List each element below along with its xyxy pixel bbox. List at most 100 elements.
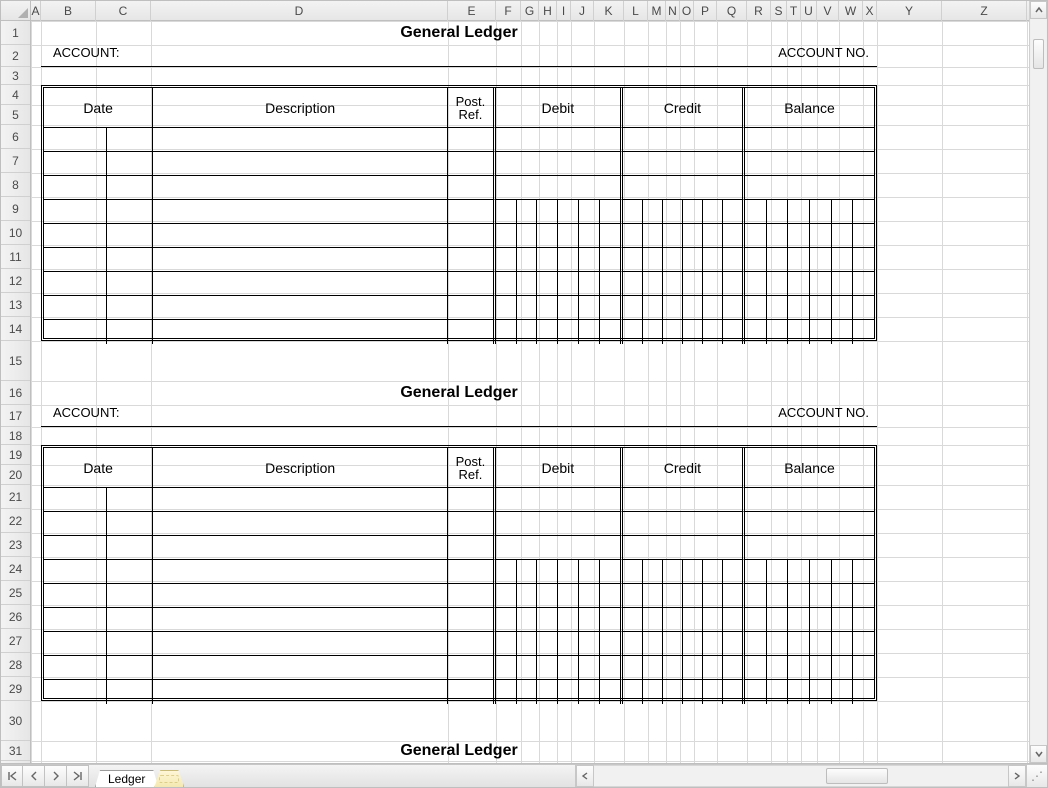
- row-header-11[interactable]: 11: [1, 245, 30, 269]
- row-header-27[interactable]: 27: [1, 629, 30, 653]
- scroll-down-button[interactable]: [1030, 745, 1047, 763]
- tab-last-button[interactable]: [67, 765, 89, 787]
- horizontal-scrollbar[interactable]: ⋰: [575, 765, 1047, 787]
- cell-balance: [745, 320, 874, 344]
- tab-next-button[interactable]: [45, 765, 67, 787]
- column-header-I[interactable]: I: [557, 1, 571, 21]
- sheet-tab-bar: Ledger ⋰: [1, 764, 1047, 787]
- column-header-U[interactable]: U: [801, 1, 817, 21]
- cell-balance: [745, 296, 874, 320]
- row-header-3[interactable]: 3: [1, 67, 30, 85]
- vertical-scroll-track[interactable]: [1031, 19, 1046, 745]
- row-header-15[interactable]: 15: [1, 341, 30, 381]
- cell-postref: [448, 224, 496, 248]
- column-header-Q[interactable]: Q: [717, 1, 747, 21]
- row-header-25[interactable]: 25: [1, 581, 30, 605]
- row-header-29[interactable]: 29: [1, 677, 30, 701]
- horizontal-scroll-track[interactable]: [594, 765, 1008, 787]
- sheet-tab-ledger[interactable]: Ledger: [95, 770, 158, 787]
- resize-grip[interactable]: ⋰: [1026, 765, 1047, 787]
- cell-date: [44, 560, 153, 584]
- vertical-scroll-thumb[interactable]: [1033, 39, 1044, 69]
- column-header-D[interactable]: D: [151, 1, 448, 21]
- row-header-12[interactable]: 12: [1, 269, 30, 293]
- column-header-L[interactable]: L: [624, 1, 648, 21]
- row-header-31[interactable]: 31: [1, 741, 30, 761]
- scroll-right-button[interactable]: [1008, 765, 1026, 787]
- col-debit-header: Debit: [496, 448, 623, 488]
- row-header-26[interactable]: 26: [1, 605, 30, 629]
- row-header-18[interactable]: 18: [1, 427, 30, 445]
- cell-date: [44, 272, 153, 296]
- column-headers[interactable]: ABCDEFGHIJKLMNOPQRSTUVWXYZ: [31, 1, 1029, 21]
- column-header-N[interactable]: N: [666, 1, 680, 21]
- row-header-2[interactable]: 2: [1, 45, 30, 67]
- row-header-17[interactable]: 17: [1, 405, 30, 427]
- column-header-F[interactable]: F: [496, 1, 521, 21]
- cell-debit: [496, 152, 623, 176]
- row-header-13[interactable]: 13: [1, 293, 30, 317]
- vertical-scrollbar[interactable]: [1029, 1, 1047, 763]
- cell-description: [153, 680, 448, 704]
- scroll-left-button[interactable]: [576, 765, 594, 787]
- row-header-22[interactable]: 22: [1, 509, 30, 533]
- column-header-Z[interactable]: Z: [942, 1, 1027, 21]
- row-header-6[interactable]: 6: [1, 125, 30, 149]
- tab-first-button[interactable]: [1, 765, 23, 787]
- column-header-X[interactable]: X: [863, 1, 877, 21]
- row-header-7[interactable]: 7: [1, 149, 30, 173]
- row-header-19[interactable]: 19: [1, 445, 30, 465]
- select-all-corner[interactable]: [1, 1, 31, 21]
- cell-credit: [623, 560, 745, 584]
- grid-viewport[interactable]: General LedgerACCOUNT:ACCOUNT NO.DateDes…: [31, 21, 1029, 763]
- column-header-J[interactable]: J: [571, 1, 594, 21]
- row-header-8[interactable]: 8: [1, 173, 30, 197]
- account-label: ACCOUNT:: [41, 45, 119, 60]
- cell-date: [44, 536, 153, 560]
- row-header-10[interactable]: 10: [1, 221, 30, 245]
- cell-credit: [623, 248, 745, 272]
- column-header-Y[interactable]: Y: [877, 1, 942, 21]
- cell-date: [44, 512, 153, 536]
- column-header-T[interactable]: T: [787, 1, 801, 21]
- row-header-14[interactable]: 14: [1, 317, 30, 341]
- column-header-M[interactable]: M: [648, 1, 666, 21]
- ledger-title: General Ledger: [41, 21, 877, 45]
- column-header-V[interactable]: V: [817, 1, 839, 21]
- column-header-R[interactable]: R: [747, 1, 771, 21]
- row-header-30[interactable]: 30: [1, 701, 30, 741]
- column-header-K[interactable]: K: [594, 1, 624, 21]
- ledger-table: DateDescriptionPost.Ref.DebitCreditBalan…: [41, 445, 877, 701]
- column-header-G[interactable]: G: [521, 1, 539, 21]
- column-header-W[interactable]: W: [839, 1, 863, 21]
- column-header-C[interactable]: C: [96, 1, 151, 21]
- tab-prev-button[interactable]: [23, 765, 45, 787]
- column-header-B[interactable]: B: [41, 1, 96, 21]
- new-sheet-tab[interactable]: [154, 770, 184, 787]
- cell-balance: [745, 488, 874, 512]
- row-header-24[interactable]: 24: [1, 557, 30, 581]
- column-header-A[interactable]: A: [31, 1, 41, 21]
- row-header-23[interactable]: 23: [1, 533, 30, 557]
- row-header-16[interactable]: 16: [1, 381, 30, 405]
- row-header-20[interactable]: 20: [1, 465, 30, 485]
- row-header-5[interactable]: 5: [1, 105, 30, 125]
- column-header-S[interactable]: S: [771, 1, 787, 21]
- row-header-9[interactable]: 9: [1, 197, 30, 221]
- row-header-1[interactable]: 1: [1, 21, 30, 45]
- column-header-O[interactable]: O: [680, 1, 694, 21]
- cell-credit: [623, 296, 745, 320]
- row-header-28[interactable]: 28: [1, 653, 30, 677]
- row-header-21[interactable]: 21: [1, 485, 30, 509]
- cell-credit: [623, 200, 745, 224]
- horizontal-scroll-thumb[interactable]: [826, 768, 888, 784]
- column-header-H[interactable]: H: [539, 1, 557, 21]
- scroll-up-button[interactable]: [1030, 1, 1047, 19]
- column-header-P[interactable]: P: [694, 1, 717, 21]
- column-header-E[interactable]: E: [448, 1, 496, 21]
- cell-postref: [448, 680, 496, 704]
- row-headers[interactable]: 1234567891011121314151617181920212223242…: [1, 21, 31, 763]
- row-header-4[interactable]: 4: [1, 85, 30, 105]
- cell-postref: [448, 320, 496, 344]
- cell-credit: [623, 320, 745, 344]
